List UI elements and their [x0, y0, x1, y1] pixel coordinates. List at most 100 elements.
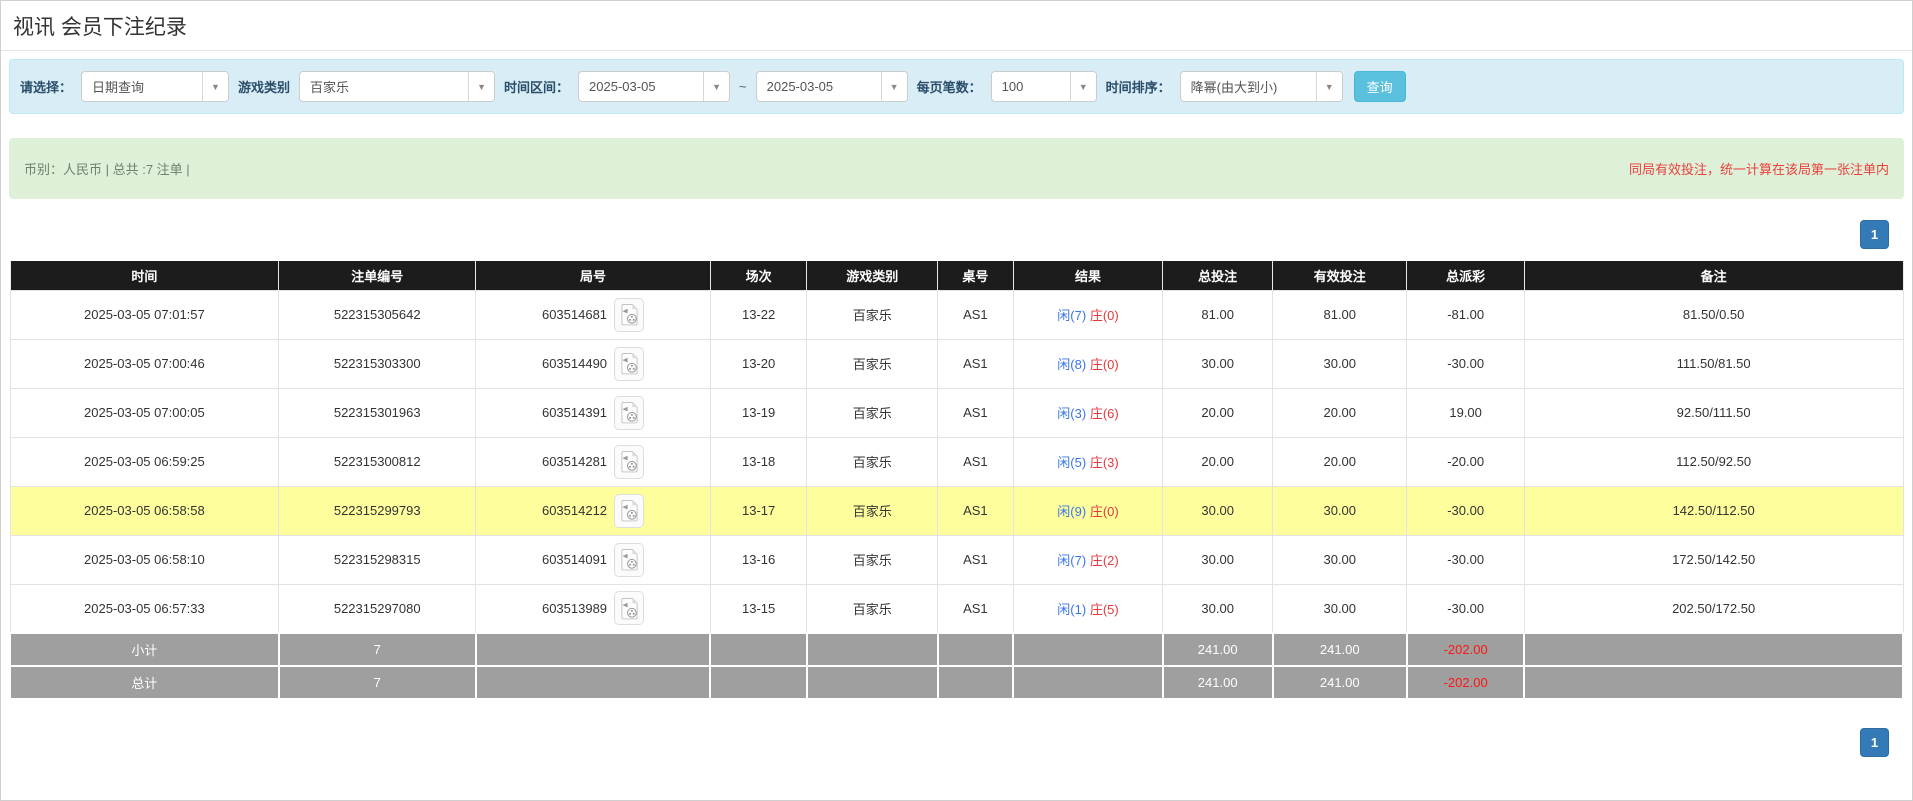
subtotal-count: 7: [279, 633, 476, 666]
chevron-down-icon[interactable]: ▼: [468, 72, 494, 101]
result-banker: 庄(0): [1090, 308, 1119, 323]
bet-time: 2025-03-05 07:00:05: [10, 388, 279, 437]
video-replay-button[interactable]: [614, 298, 644, 332]
table-no: AS1: [938, 388, 1014, 437]
total-payout: -202.00: [1407, 666, 1524, 699]
search-button[interactable]: 查询: [1354, 71, 1406, 102]
notice-text: 同局有效投注，统一计算在该局第一张注单内: [1629, 159, 1889, 178]
session-no: 13-18: [710, 437, 807, 486]
bet-time: 2025-03-05 07:01:57: [10, 290, 279, 339]
query-type-value: 日期查询: [82, 72, 202, 101]
filter-panel: 请选择： 日期查询 ▼ 游戏类别 百家乐 ▼ 时间区间： 2025-03-05 …: [9, 59, 1904, 114]
result-cell: 闲(8) 庄(0): [1013, 339, 1163, 388]
result-player: 闲(3): [1057, 406, 1086, 421]
total-bet-link[interactable]: 20.00: [1163, 388, 1273, 437]
title-divider: [1, 50, 1912, 51]
chevron-down-icon[interactable]: ▼: [1316, 72, 1342, 101]
payout: -20.00: [1407, 437, 1524, 486]
video-replay-button[interactable]: [614, 347, 644, 381]
table-row: 2025-03-05 07:00:46 522315303300 6035144…: [10, 339, 1903, 388]
pagination-top: 1: [1, 199, 1912, 261]
session-no: 13-16: [710, 535, 807, 584]
video-replay-button[interactable]: [614, 543, 644, 577]
result-banker: 庄(6): [1090, 406, 1119, 421]
date-from-select[interactable]: 2025-03-05 ▼: [578, 71, 730, 102]
game-type: 百家乐: [807, 290, 938, 339]
round-id: 603514490: [542, 356, 607, 371]
result-banker: 庄(0): [1090, 504, 1119, 519]
video-replay-button[interactable]: [614, 591, 644, 625]
payout: 19.00: [1407, 388, 1524, 437]
bet-id: 522315299793: [279, 486, 476, 535]
header-time: 时间: [10, 261, 279, 290]
bet-id: 522315301963: [279, 388, 476, 437]
round-id-cell: 603514281: [476, 437, 711, 486]
table-no: AS1: [938, 535, 1014, 584]
page-title: 视讯 会员下注纪录: [1, 1, 1912, 50]
sort-order-label: 时间排序：: [1106, 77, 1171, 96]
bet-time: 2025-03-05 07:00:46: [10, 339, 279, 388]
result-banker: 庄(3): [1090, 455, 1119, 470]
payout: -30.00: [1407, 584, 1524, 633]
total-bet-link[interactable]: 81.00: [1163, 290, 1273, 339]
total-row: 总计 7 241.00 241.00 -202.00: [10, 666, 1903, 699]
total-bet-link[interactable]: 30.00: [1163, 535, 1273, 584]
bet-id: 522315305642: [279, 290, 476, 339]
game-type: 百家乐: [807, 388, 938, 437]
chevron-down-icon[interactable]: ▼: [202, 72, 228, 101]
bet-time: 2025-03-05 06:57:33: [10, 584, 279, 633]
round-id: 603514091: [542, 552, 607, 567]
chevron-down-icon[interactable]: ▼: [1070, 72, 1096, 101]
result-cell: 闲(7) 庄(2): [1013, 535, 1163, 584]
date-range-separator: ~: [739, 79, 747, 94]
header-game-type: 游戏类别: [807, 261, 938, 290]
chevron-down-icon[interactable]: ▼: [881, 72, 907, 101]
game-type-label: 游戏类别: [238, 77, 290, 96]
page-1-button[interactable]: 1: [1860, 728, 1889, 757]
subtotal-row: 小计 7 241.00 241.00 -202.00: [10, 633, 1903, 666]
video-file-icon: [620, 352, 639, 375]
video-file-icon: [620, 401, 639, 424]
total-bet-link[interactable]: 30.00: [1163, 339, 1273, 388]
game-type-value: 百家乐: [300, 72, 468, 101]
total-total-bet: 241.00: [1163, 666, 1273, 699]
video-replay-button[interactable]: [614, 494, 644, 528]
game-type-select[interactable]: 百家乐 ▼: [299, 71, 495, 102]
result-player: 闲(9): [1057, 504, 1086, 519]
round-id-cell: 603514212: [476, 486, 711, 535]
round-id-cell: 603514391: [476, 388, 711, 437]
chevron-down-icon[interactable]: ▼: [703, 72, 729, 101]
table-row: 2025-03-05 07:01:57 522315305642 6035146…: [10, 290, 1903, 339]
header-total-bet: 总投注: [1163, 261, 1273, 290]
page-size-select[interactable]: 100 ▼: [991, 71, 1097, 102]
date-to-select[interactable]: 2025-03-05 ▼: [756, 71, 908, 102]
remark: 142.50/112.50: [1524, 486, 1903, 535]
bet-id: 522315298315: [279, 535, 476, 584]
query-type-select[interactable]: 日期查询 ▼: [81, 71, 229, 102]
subtotal-label: 小计: [10, 633, 279, 666]
currency-summary-text: 币别：人民币 | 总共 :7 注单 |: [24, 159, 190, 178]
sort-order-select[interactable]: 降幂(由大到小) ▼: [1180, 71, 1343, 102]
video-file-icon: [620, 597, 639, 620]
pagination-bottom: 1: [1, 700, 1912, 757]
page-1-button[interactable]: 1: [1860, 220, 1889, 249]
round-id: 603514281: [542, 454, 607, 469]
payout: -81.00: [1407, 290, 1524, 339]
result-cell: 闲(3) 庄(6): [1013, 388, 1163, 437]
round-id-cell: 603514490: [476, 339, 711, 388]
total-bet-link[interactable]: 30.00: [1163, 486, 1273, 535]
video-replay-button[interactable]: [614, 396, 644, 430]
video-replay-button[interactable]: [614, 445, 644, 479]
page-size-label: 每页笔数：: [917, 77, 982, 96]
table-row: 2025-03-05 06:59:25 522315300812 6035142…: [10, 437, 1903, 486]
round-id-cell: 603514091: [476, 535, 711, 584]
subtotal-payout: -202.00: [1407, 633, 1524, 666]
total-bet-link[interactable]: 30.00: [1163, 584, 1273, 633]
remark: 202.50/172.50: [1524, 584, 1903, 633]
header-payout: 总派彩: [1407, 261, 1524, 290]
total-bet-link[interactable]: 20.00: [1163, 437, 1273, 486]
header-result: 结果: [1013, 261, 1163, 290]
table-body: 2025-03-05 07:01:57 522315305642 6035146…: [10, 290, 1903, 633]
result-cell: 闲(5) 庄(3): [1013, 437, 1163, 486]
valid-bet: 20.00: [1273, 388, 1407, 437]
